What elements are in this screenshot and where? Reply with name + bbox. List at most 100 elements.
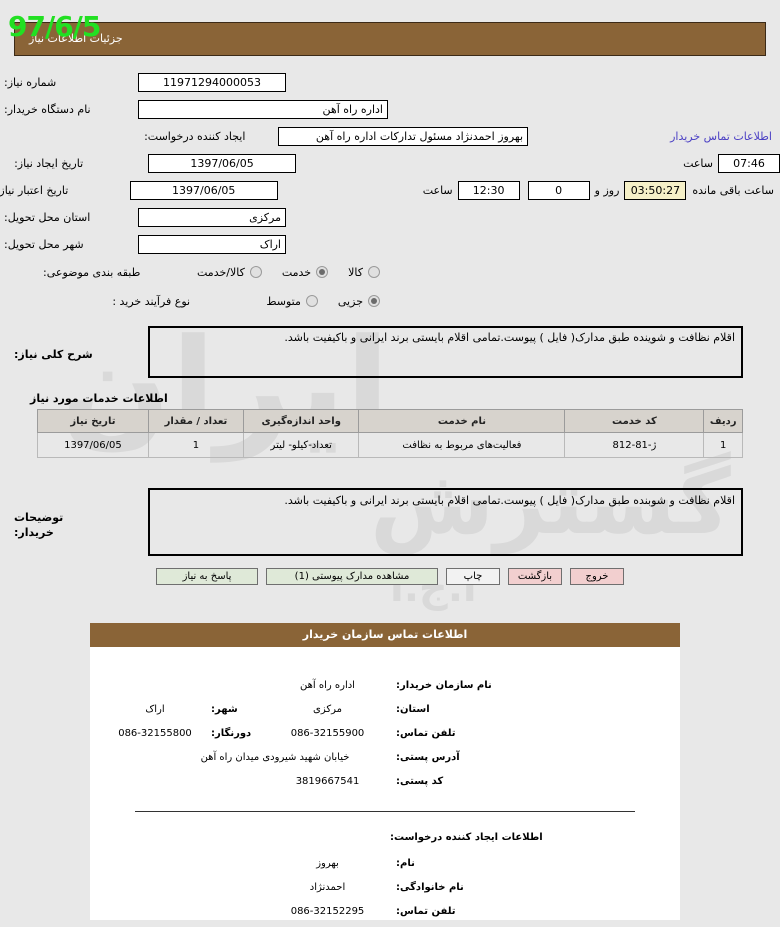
contact-province-label: استان:	[396, 703, 430, 715]
contact-row-phone-fax: تلفن تماس: 086-32155900 دورنگار: 086-321…	[90, 721, 680, 745]
buyer-org-field[interactable]: اداره راه آهن	[138, 99, 388, 119]
contact-address-value: خیابان شهید شیرودی میدان راه آهن	[200, 751, 350, 763]
create-date-field[interactable]: 1397/06/05	[148, 153, 297, 173]
contact-row-address: آدرس پستی: خیابان شهید شیرودی میدان راه …	[90, 745, 680, 769]
process-label: نوع فرآیند خرید :	[112, 294, 191, 308]
services-table: ردیف کد خدمت نام خدمت واحد اندازه‌گیری ت…	[37, 409, 743, 458]
table-row: 1 ژ-81-812 فعالیت‌های مربوط به نظافت تعد…	[37, 432, 743, 458]
requester-last-name-label: نام خانوادگی:	[396, 881, 464, 893]
radio-motavaset-icon[interactable]	[305, 295, 318, 307]
contact-panel-body: نام سازمان خریدار: اداره راه آهن استان: …	[90, 647, 680, 923]
description-section: اقلام نظافت و شوینده طبق مدارک( فایل ) پ…	[0, 326, 780, 378]
category-option-khedmat-label: خدمت	[281, 265, 312, 279]
contact-phone-value: 086-32155900	[290, 727, 365, 739]
need-form: 11971294000053 شماره نیاز: اداره راه آهن…	[0, 70, 780, 317]
contact-row-province-city: استان: مرکزی شهر: اراک	[90, 697, 680, 721]
requester-section-title: اطلاعات ایجاد کننده درخواست:	[390, 832, 543, 843]
category-option-kala-khedmat-label: کالا/خدمت	[197, 265, 245, 279]
requester-first-name-value: بهروز	[316, 857, 339, 869]
buyer-notes-label-line2: خریدار:	[14, 526, 54, 539]
contact-fax-value: 086-32155800	[118, 727, 192, 739]
expire-time-label: ساعت	[422, 183, 453, 197]
radio-kala-icon[interactable]	[368, 266, 380, 278]
buyer-org-label: نام دستگاه خریدار:	[4, 102, 91, 116]
requester-first-name-label: نام:	[396, 857, 415, 869]
contact-postal-value: 3819667541	[295, 775, 360, 787]
remaining-days-label: روز و	[594, 183, 620, 197]
process-option-jozii[interactable]: جزیی	[338, 295, 380, 308]
expire-date-field[interactable]: 1397/06/05	[129, 180, 278, 200]
description-textarea[interactable]: اقلام نظافت و شوینده طبق مدارک( فایل ) پ…	[148, 326, 743, 378]
services-table-header-row: ردیف کد خدمت نام خدمت واحد اندازه‌گیری ت…	[37, 409, 743, 433]
contact-row-org: نام سازمان خریدار: اداره راه آهن	[90, 673, 680, 697]
requester-phone-value: 086-32152295	[290, 905, 365, 917]
field-row-create-date: 07:46 ساعت 1397/06/05 تاریخ ایجاد نیاز:	[0, 151, 780, 175]
field-row-province: مرکزی استان محل تحویل:	[0, 205, 780, 229]
answer-need-button[interactable]: پاسخ به نیاز	[156, 568, 258, 585]
countdown-timer: 03:50:27	[624, 180, 687, 200]
contact-org-label: نام سازمان خریدار:	[396, 679, 492, 691]
category-option-kala-khedmat[interactable]: کالا/خدمت	[197, 266, 262, 279]
field-row-category: کالا خدمت کالا/خدمت طبقه بندی موضوعی:	[0, 259, 780, 285]
field-row-expire-date: ساعت باقی مانده 03:50:27 روز و 0 12:30 س…	[0, 178, 780, 202]
date-stamp-overlay: 97/6/5	[8, 10, 101, 43]
col-service-name: نام خدمت	[358, 409, 566, 433]
field-row-creator: اطلاعات تماس خریدار بهروز احمدنژاد مسئول…	[0, 124, 780, 148]
radio-kala-khedmat-icon[interactable]	[249, 266, 262, 278]
buyer-notes-textarea[interactable]: اقلام نظافت و شوبنده طبق مدارک( فایل ) پ…	[148, 488, 743, 556]
field-row-city: اراک شهر محل تحویل:	[0, 232, 780, 256]
requester-row-last-name: نام خانوادگی: احمدنژاد	[90, 875, 680, 899]
col-unit: واحد اندازه‌گیری	[243, 409, 360, 433]
need-number-field[interactable]: 11971294000053	[138, 72, 286, 92]
contact-org-value: اداره راه آهن	[300, 679, 355, 691]
radio-jozii-icon[interactable]	[368, 295, 380, 307]
expire-time-field[interactable]: 12:30	[457, 180, 520, 200]
exit-button[interactable]: خروج	[570, 568, 624, 585]
buyer-notes-label-line1: توضیحات	[14, 511, 64, 524]
process-option-jozii-label: جزیی	[337, 294, 363, 308]
col-row-number: ردیف	[703, 409, 743, 433]
contact-row-postal: کد پستی: 3819667541	[90, 769, 680, 793]
process-option-motavaset-label: متوسط	[266, 294, 301, 308]
page-root: ایران گسترش ا.ج.ا جزئیات اطلاعات نیاز 97…	[0, 0, 780, 927]
requester-phone-label: تلفن تماس:	[396, 905, 456, 917]
creator-label: ایجاد کننده درخواست:	[144, 129, 246, 143]
print-button[interactable]: چاپ	[446, 568, 500, 585]
panel-divider	[135, 811, 635, 812]
buyer-contact-link[interactable]: اطلاعات تماس خریدار	[670, 130, 780, 143]
contact-address-label: آدرس پستی:	[396, 751, 460, 763]
requester-row-first-name: نام: بهروز	[90, 851, 680, 875]
expire-date-label: تاریخ اعتبار نیاز:	[0, 183, 69, 197]
field-row-need-number: 11971294000053 شماره نیاز:	[0, 70, 780, 94]
cell-service-code: ژ-81-812	[564, 432, 705, 458]
col-service-code: کد خدمت	[564, 409, 705, 433]
view-attachments-button[interactable]: مشاهده مدارک پیوستی (1)	[266, 568, 438, 585]
cell-need-date: 1397/06/05	[37, 432, 149, 458]
buyer-notes-label: توضیحات خریدار:	[6, 488, 148, 556]
page-title-bar: جزئیات اطلاعات نیاز	[14, 22, 766, 56]
category-option-kala[interactable]: کالا	[348, 266, 380, 279]
contact-city-value: اراک	[145, 703, 165, 715]
contact-panel-title: اطلاعات تماس سازمان خریدار	[90, 623, 680, 647]
description-label: شرح کلی نیاز:	[14, 348, 93, 361]
create-time-label: ساعت	[683, 156, 713, 170]
remaining-days-field: 0	[527, 180, 590, 200]
process-option-motavaset[interactable]: متوسط	[266, 295, 318, 308]
radio-khedmat-icon[interactable]	[316, 266, 329, 278]
province-field[interactable]: مرکزی	[138, 207, 286, 227]
create-time-field[interactable]: 07:46	[718, 153, 780, 173]
creator-field[interactable]: بهروز احمدنژاد مسئول تدارکات اداره راه آ…	[278, 126, 529, 146]
remaining-suffix-label: ساعت باقی مانده	[692, 183, 774, 197]
field-row-process: جزیی متوسط نوع فرآیند خرید :	[0, 288, 780, 314]
contact-city-label: شهر:	[211, 703, 238, 715]
category-option-khedmat[interactable]: خدمت	[281, 265, 329, 279]
requester-last-name-value: احمدنژاد	[309, 881, 346, 893]
contact-fax-label: دورنگار:	[211, 727, 252, 739]
cell-service-name: فعالیت‌های مربوط به نظافت	[358, 432, 566, 458]
category-radio-group: کالا خدمت کالا/خدمت	[177, 266, 380, 279]
back-button[interactable]: بازگشت	[508, 568, 562, 585]
buyer-contact-panel: اطلاعات تماس سازمان خریدار نام سازمان خر…	[90, 623, 680, 920]
city-field[interactable]: اراک	[138, 234, 286, 254]
requester-row-phone: تلفن تماس: 086-32152295	[90, 899, 680, 923]
category-option-kala-label: کالا	[348, 265, 363, 279]
